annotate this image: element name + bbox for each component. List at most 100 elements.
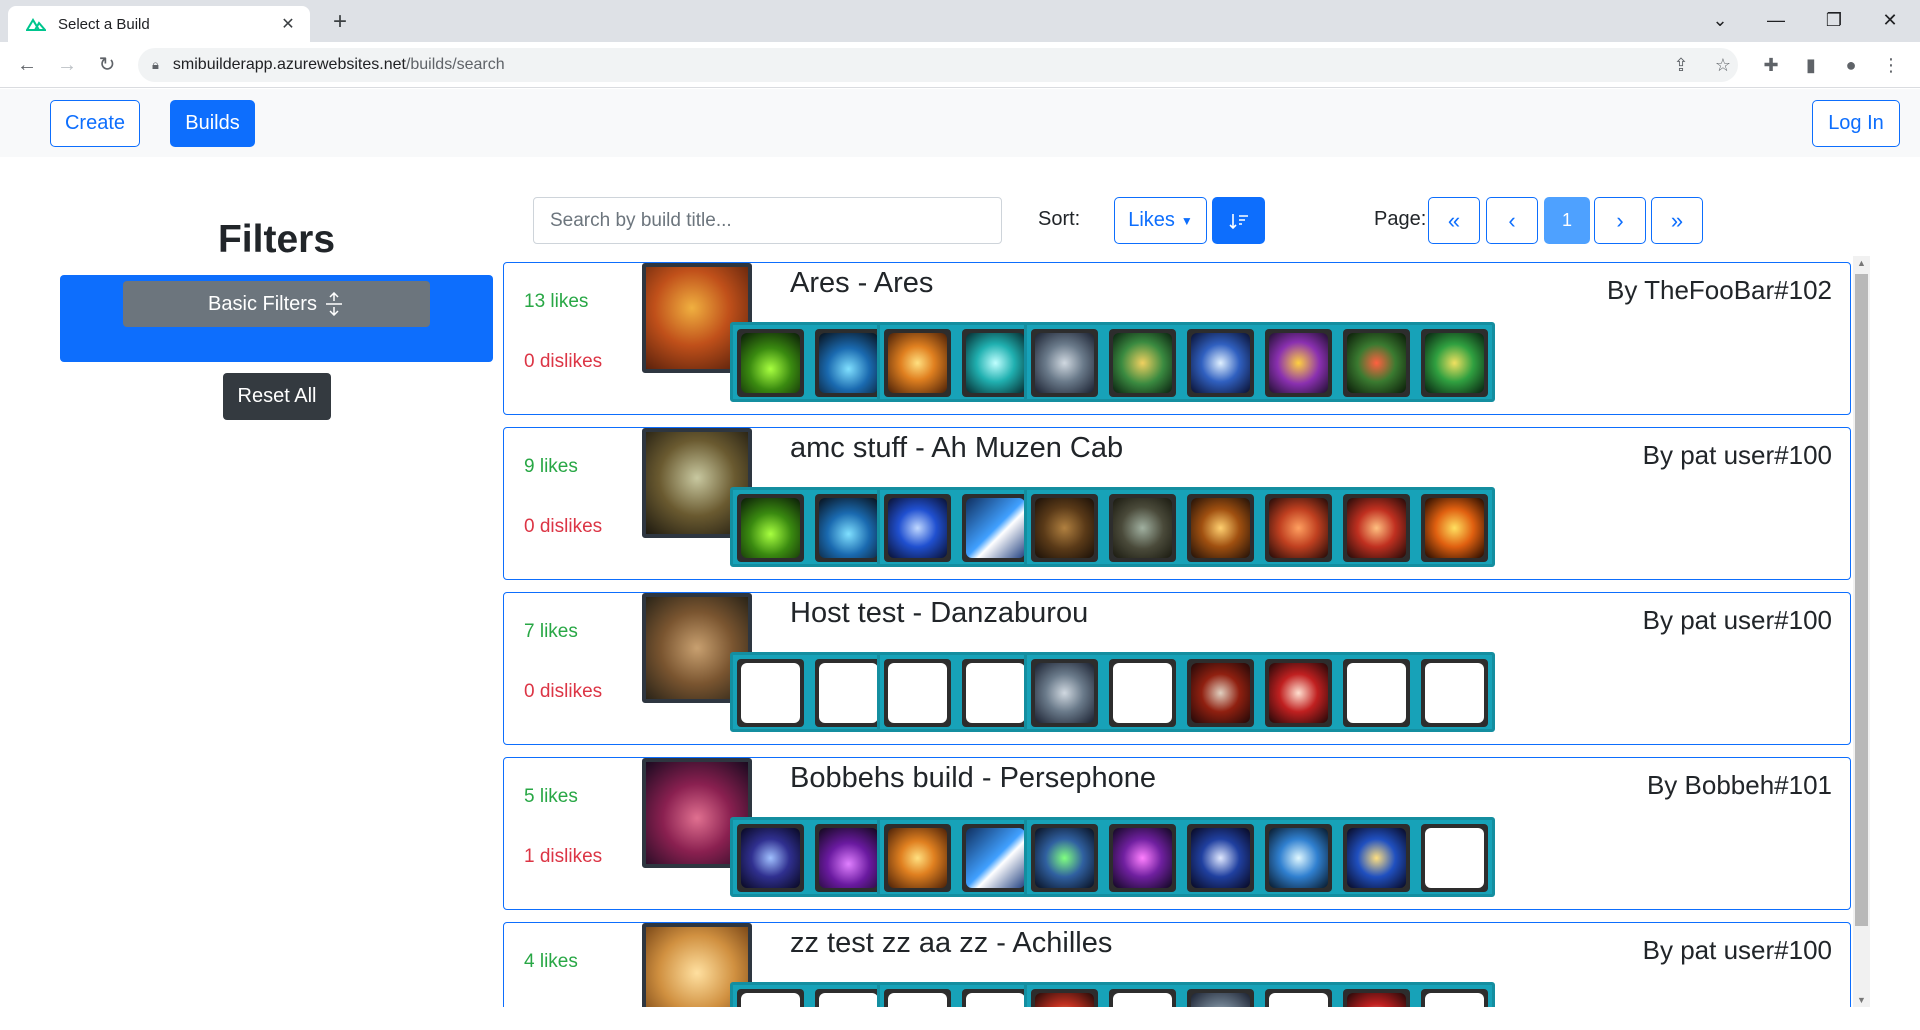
item-slot[interactable] (1421, 329, 1488, 397)
item-slot[interactable] (737, 989, 804, 1007)
item-slot[interactable] (962, 329, 1029, 397)
basic-filters-button[interactable]: Basic Filters (123, 281, 430, 327)
item-slot[interactable] (815, 659, 882, 727)
back-icon[interactable]: ← (12, 50, 42, 80)
scroll-down-icon[interactable]: ▼ (1853, 995, 1870, 1005)
item-slot[interactable] (962, 824, 1029, 892)
address-bar[interactable]: 🔒︎ smibuilderapp.azurewebsites.net/build… (138, 48, 1738, 82)
item-slot[interactable] (1109, 329, 1176, 397)
profile-icon[interactable]: ● (1836, 50, 1866, 80)
scroll-up-icon[interactable]: ▲ (1853, 258, 1870, 268)
item-slot[interactable] (815, 494, 882, 562)
scrollbar[interactable]: ▲ ▼ (1853, 256, 1870, 1007)
item-slot[interactable] (1343, 659, 1410, 727)
item-slot[interactable] (815, 329, 882, 397)
build-title[interactable]: zz test zz aa zz - Achilles (790, 927, 1112, 960)
search-input[interactable] (533, 197, 1002, 244)
page-1-button[interactable]: 1 (1544, 197, 1590, 244)
forward-icon[interactable]: → (52, 50, 82, 80)
new-tab-icon[interactable]: + (326, 8, 354, 36)
item-slot[interactable] (1187, 989, 1254, 1007)
item-slot[interactable] (1109, 989, 1176, 1007)
item-slot[interactable] (1187, 494, 1254, 562)
item-slot[interactable] (884, 494, 951, 562)
item-slot[interactable] (1109, 824, 1176, 892)
minimize-icon[interactable]: — (1748, 0, 1804, 42)
item-slot[interactable] (1343, 494, 1410, 562)
item-slot[interactable] (884, 659, 951, 727)
dislikes-count: 1 dislikes (524, 846, 603, 867)
menu-icon[interactable]: ⋮ (1876, 50, 1906, 80)
item-slot[interactable] (1187, 329, 1254, 397)
item-slot[interactable] (962, 494, 1029, 562)
item-slot[interactable] (1265, 989, 1332, 1007)
empty-slot (741, 663, 800, 723)
item-slot[interactable] (962, 659, 1029, 727)
likes-count: 9 likes (524, 456, 578, 477)
build-card[interactable]: 7 likes 0 dislikes Host test - Danzaburou B… (503, 592, 1851, 745)
build-title[interactable]: amc stuff - Ah Muzen Cab (790, 432, 1123, 465)
likes-count: 7 likes (524, 621, 578, 642)
build-card[interactable]: 9 likes 0 dislikes amc stuff - Ah Muzen Ca… (503, 427, 1851, 580)
item-slot[interactable] (1265, 329, 1332, 397)
item-slot[interactable] (815, 824, 882, 892)
item-slot[interactable] (1031, 989, 1098, 1007)
item-slot[interactable] (1421, 659, 1488, 727)
item-slot[interactable] (1265, 494, 1332, 562)
item-slot[interactable] (1187, 824, 1254, 892)
scrollbar-thumb[interactable] (1855, 274, 1868, 926)
item-slot[interactable] (884, 824, 951, 892)
item-slot[interactable] (1031, 329, 1098, 397)
last-page-button[interactable]: » (1651, 197, 1703, 244)
item-slot[interactable] (737, 824, 804, 892)
item-slot[interactable] (1031, 824, 1098, 892)
builds-button[interactable]: Builds (170, 100, 255, 147)
item-slot[interactable] (1421, 494, 1488, 562)
item-slot[interactable] (737, 494, 804, 562)
item-slot[interactable] (1421, 824, 1488, 892)
item-slot[interactable] (815, 989, 882, 1007)
item-slot[interactable] (737, 329, 804, 397)
reload-icon[interactable]: ↻ (92, 50, 122, 80)
item-slot[interactable] (1109, 494, 1176, 562)
tab-search-icon[interactable]: ⌄ (1692, 0, 1748, 42)
close-window-icon[interactable]: ✕ (1862, 0, 1918, 42)
next-page-button[interactable]: › (1594, 197, 1646, 244)
bookmark-star-icon[interactable]: ☆ (1708, 50, 1738, 80)
tab-title: Select a Build (58, 15, 150, 33)
item-slot[interactable] (1421, 989, 1488, 1007)
sort-select[interactable]: Likes ▼ (1114, 197, 1207, 244)
item-slot[interactable] (1343, 824, 1410, 892)
browser-tab[interactable]: Select a Build ✕ (8, 6, 310, 42)
first-page-button[interactable]: « (1428, 197, 1480, 244)
build-card[interactable]: 4 likes0 dislikeszz test zz aa zz - Achi… (503, 922, 1851, 1007)
side-panel-icon[interactable]: ▮ (1796, 50, 1826, 80)
close-tab-icon[interactable]: ✕ (278, 14, 298, 34)
item-slot[interactable] (1343, 989, 1410, 1007)
item-slot[interactable] (1031, 659, 1098, 727)
item-slot[interactable] (737, 659, 804, 727)
item-slot[interactable] (1187, 659, 1254, 727)
sort-direction-button[interactable] (1212, 197, 1265, 244)
item-slot[interactable] (962, 989, 1029, 1007)
item-slot[interactable] (884, 329, 951, 397)
item-slot[interactable] (1265, 824, 1332, 892)
build-title[interactable]: Bobbehs build - Persephone (790, 762, 1156, 795)
double-chevron-left-icon: « (1447, 207, 1461, 233)
extensions-icon[interactable]: ✚ (1756, 50, 1786, 80)
create-button[interactable]: Create (50, 100, 140, 147)
previous-page-button[interactable]: ‹ (1486, 197, 1538, 244)
build-title[interactable]: Host test - Danzaburou (790, 597, 1088, 630)
build-title[interactable]: Ares - Ares (790, 267, 933, 300)
item-slot[interactable] (884, 989, 951, 1007)
item-slot[interactable] (1343, 329, 1410, 397)
share-icon[interactable]: ⇪ (1666, 50, 1696, 80)
build-card[interactable]: 5 likes 1 dislikes Bobbehs build - Perseph… (503, 757, 1851, 910)
item-slot[interactable] (1031, 494, 1098, 562)
login-button[interactable]: Log In (1812, 100, 1900, 147)
item-slot[interactable] (1109, 659, 1176, 727)
build-card[interactable]: 13 likes 0 dislikes Ares - Ares By TheFooBa… (503, 262, 1851, 415)
restore-icon[interactable]: ❐ (1806, 0, 1862, 42)
item-slot[interactable] (1265, 659, 1332, 727)
reset-all-button[interactable]: Reset All (223, 373, 331, 420)
